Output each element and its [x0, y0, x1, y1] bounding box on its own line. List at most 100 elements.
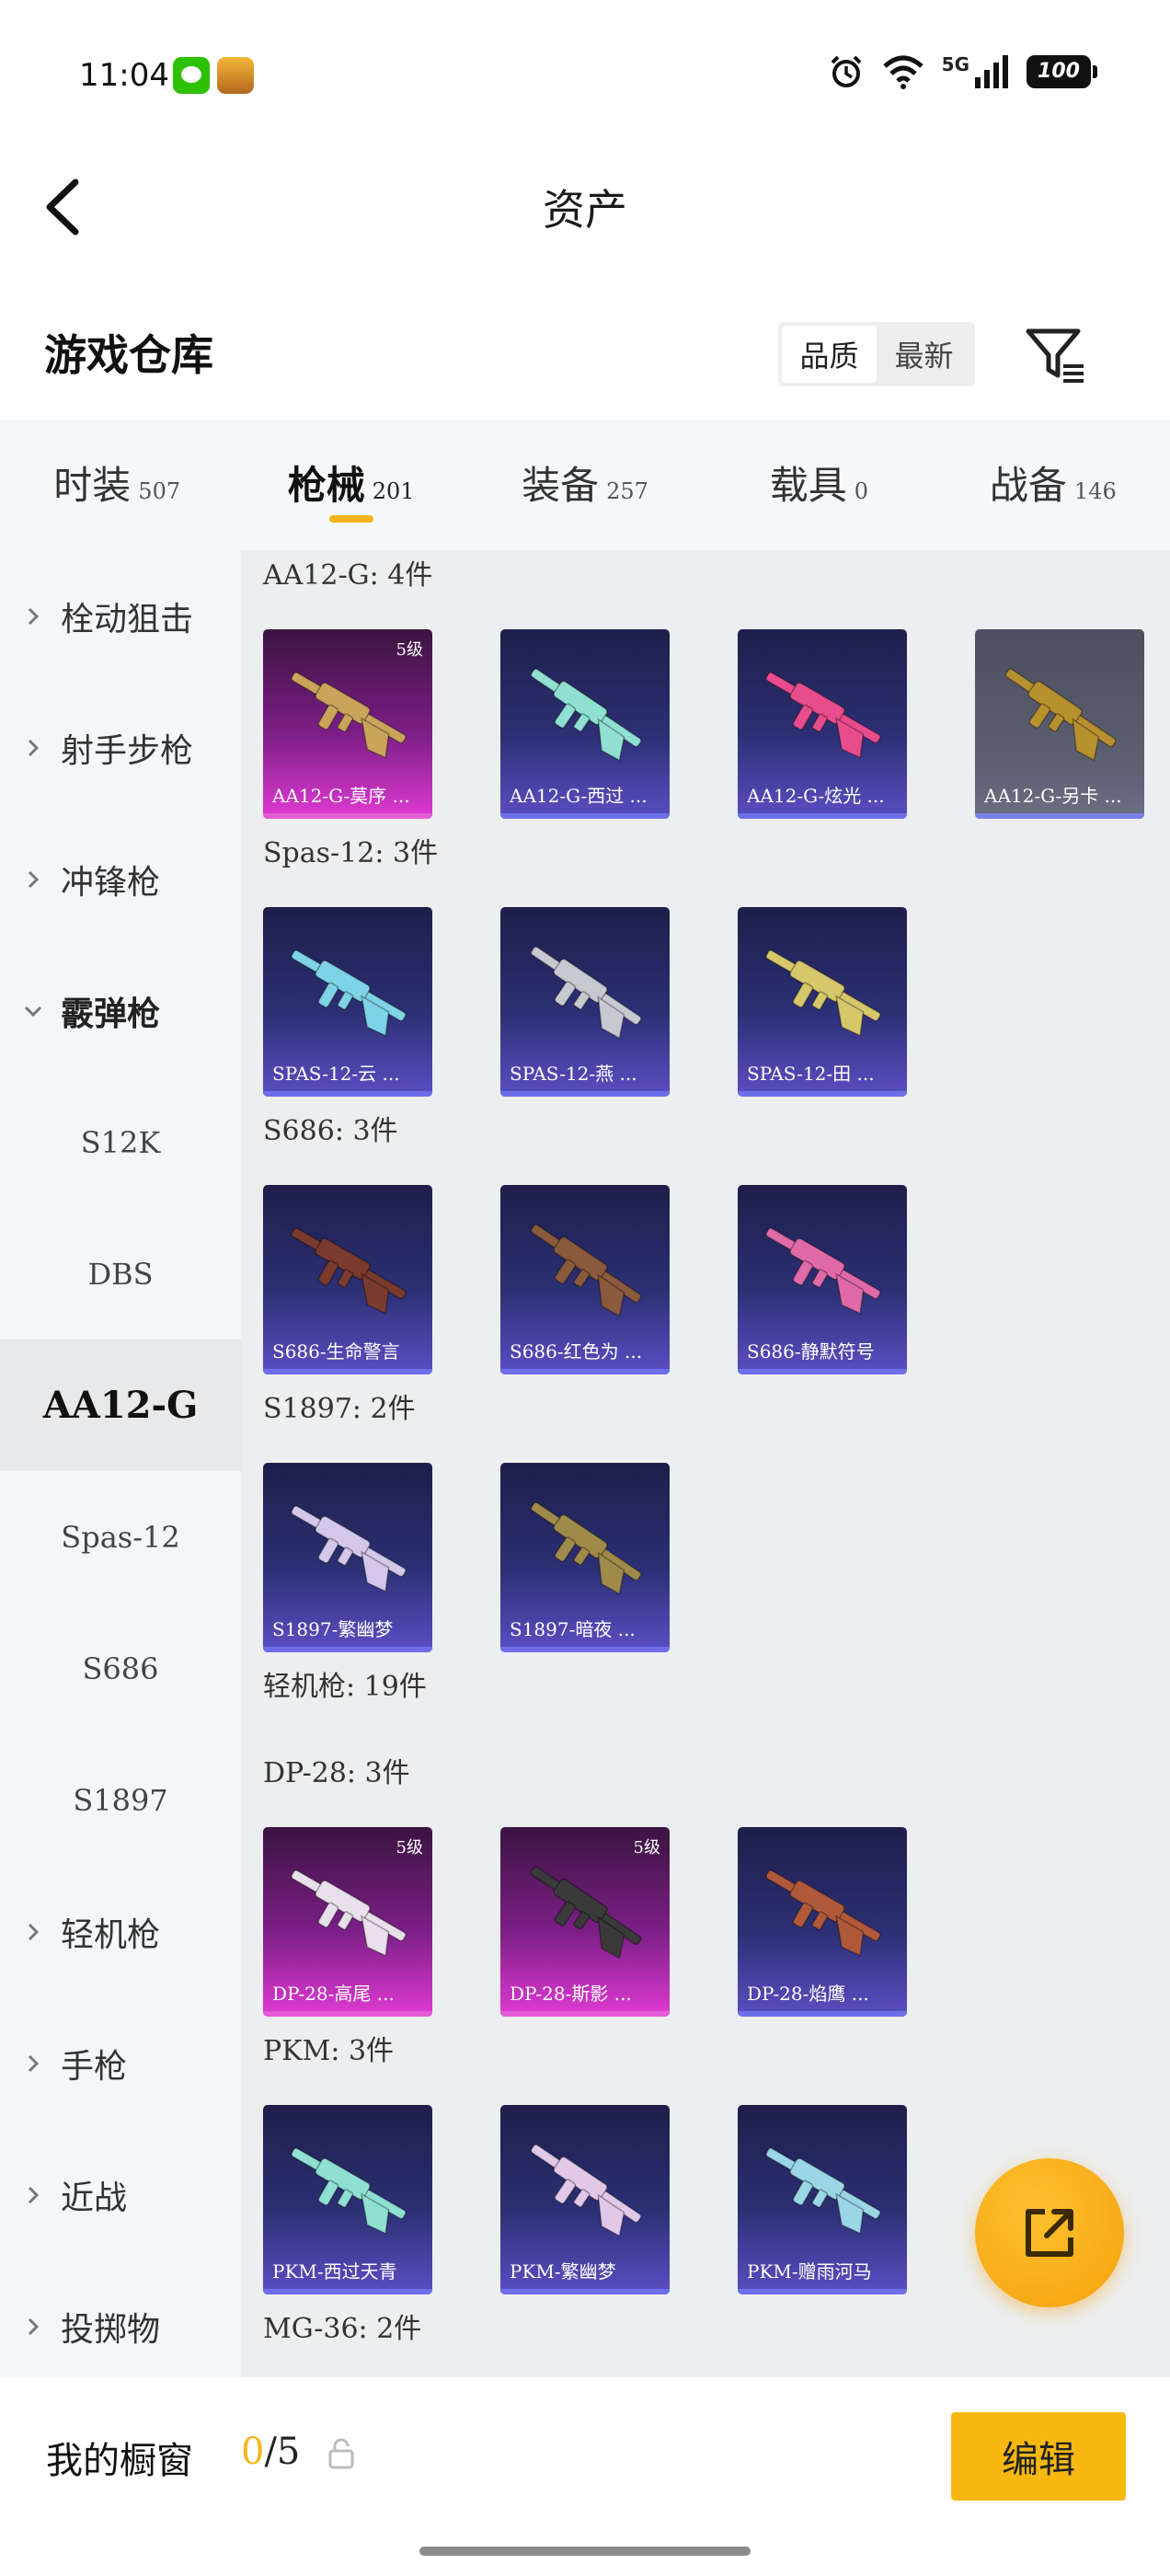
weapon-card[interactable]: 5级 AA12-G-莫序 ... — [263, 629, 432, 819]
sidebar-item-label: Spas-12 — [61, 1519, 180, 1555]
tab-label: 战备 — [989, 463, 1067, 508]
sidebar-item-label: 轻机枪 — [61, 1915, 161, 1954]
sidebar-item[interactable]: Spas-12 — [0, 1471, 241, 1603]
weapon-card[interactable]: AA12-G-炫光 ... — [738, 629, 907, 819]
chevron-right-icon — [28, 739, 40, 756]
sidebar-item[interactable]: 投掷物 — [0, 2260, 241, 2392]
weapon-icon — [291, 1227, 407, 1315]
rarity-bar — [500, 1369, 670, 1374]
sidebar-item[interactable]: 手枪 — [0, 1997, 241, 2129]
weapon-card[interactable]: SPAS-12-田 ... — [738, 907, 907, 1097]
weapon-card[interactable]: 5级 DP-28-斯影 ... — [500, 1827, 670, 2017]
sort-newest-button[interactable]: 最新 — [877, 326, 971, 383]
showcase-label: 我的橱窗 — [46, 2440, 193, 2482]
sidebar-item-label: 霰弹枪 — [61, 994, 161, 1033]
sidebar-item[interactable]: DBS — [0, 1208, 241, 1340]
chevron-right-icon — [28, 1923, 40, 1940]
weapon-card[interactable]: AA12-G-另卡 ... — [975, 629, 1144, 819]
weapon-card[interactable]: S1897-暗夜 ... — [500, 1463, 670, 1652]
weapon-card[interactable]: PKM-繁幽梦 — [500, 2105, 670, 2294]
lock-icon — [328, 2438, 354, 2469]
sidebar-item[interactable]: S1897 — [0, 1734, 241, 1866]
sidebar-item[interactable]: S12K — [0, 1076, 241, 1208]
tab-label: 装备 — [522, 463, 600, 508]
weapon-card[interactable]: S686-静默符号 — [738, 1185, 907, 1374]
home-indicator[interactable] — [419, 2547, 751, 2556]
rarity-bar — [500, 2289, 670, 2294]
weapon-card[interactable]: PKM-西过天青 — [263, 2105, 432, 2294]
sidebar-item[interactable]: 霰弹枪 — [0, 945, 241, 1076]
rarity-bar — [263, 2011, 432, 2017]
weapon-name: SPAS-12-燕 ... — [510, 1063, 637, 1085]
sidebar-item[interactable]: 轻机枪 — [0, 1866, 241, 1997]
tab-fashion[interactable]: 时装 507 — [0, 420, 234, 550]
rarity-bar — [263, 2289, 432, 2294]
weapon-name: S1897-暗夜 ... — [510, 1618, 636, 1640]
weapon-card[interactable]: PKM-赠雨河马 — [738, 2105, 907, 2294]
weapon-card[interactable]: DP-28-焰鹰 ... — [738, 1827, 907, 2017]
weapon-card[interactable]: S1897-繁幽梦 — [263, 1463, 432, 1652]
rarity-bar — [500, 813, 670, 819]
sidebar-item[interactable]: S686 — [0, 1603, 241, 1734]
sidebar-item[interactable]: 冲锋枪 — [0, 813, 241, 945]
tab-label: 时装 — [53, 463, 132, 508]
weapon-card[interactable]: 5级 DP-28-高尾 ... — [263, 1827, 432, 2017]
weapon-grid: AA12-G: 4件 5级 AA12-G-莫序 ... AA12-G-西过 ... AA… — [241, 550, 1170, 2377]
rarity-bar — [738, 1091, 907, 1097]
status-bar: 11:04 5G 100 — [0, 0, 1170, 147]
battery-icon: 100 — [1027, 55, 1097, 88]
sort-quality-button[interactable]: 品质 — [782, 326, 877, 383]
sidebar-item[interactable]: AA12-G — [0, 1340, 241, 1471]
wifi-icon — [882, 55, 923, 89]
weapon-card[interactable]: S686-生命警言 — [263, 1185, 432, 1374]
weapon-icon — [530, 1224, 642, 1317]
sidebar-item-label: 投掷物 — [61, 2310, 161, 2349]
rarity-bar — [263, 1369, 432, 1374]
weapon-name: PKM-繁幽梦 — [510, 2260, 616, 2283]
weapon-name: PKM-赠雨河马 — [747, 2260, 872, 2283]
edit-button[interactable]: 编辑 — [951, 2412, 1126, 2501]
tab-count: 257 — [606, 478, 648, 504]
weapon-name: AA12-G-莫序 ... — [272, 785, 410, 807]
network-label: 5G — [941, 53, 969, 75]
weapon-group-title: PKM: 3件 — [263, 2035, 395, 2067]
tab-equipment[interactable]: 装备 257 — [468, 420, 702, 550]
tab-gear[interactable]: 战备 146 — [936, 420, 1170, 550]
weapon-icon — [291, 1505, 407, 1593]
rarity-bar — [738, 813, 907, 819]
rarity-bar — [500, 2011, 670, 2017]
rarity-bar — [738, 1369, 907, 1374]
weapon-name: SPAS-12-云 ... — [272, 1063, 400, 1085]
weapon-icon — [530, 668, 642, 762]
weapon-name: DP-28-高尾 ... — [272, 1983, 395, 2005]
sidebar-item[interactable]: 近战 — [0, 2129, 241, 2260]
share-external-icon — [1026, 2209, 1073, 2257]
rarity-bar — [263, 1647, 432, 1652]
share-button[interactable] — [975, 2158, 1124, 2307]
signal-icon — [975, 55, 1008, 88]
weapon-icon — [765, 1869, 881, 1957]
weapon-card[interactable]: SPAS-12-燕 ... — [500, 907, 670, 1097]
weapon-icon — [291, 1869, 407, 1957]
warehouse-title: 游戏仓库 — [44, 330, 213, 380]
weapon-name: AA12-G-西过 ... — [510, 785, 648, 807]
weapon-card[interactable]: AA12-G-西过 ... — [500, 629, 670, 819]
page-title: 资产 — [543, 185, 627, 235]
tab-weapons[interactable]: 枪械 201 — [234, 420, 467, 550]
weapon-group-title: AA12-G: 4件 — [263, 559, 433, 592]
tab-vehicles[interactable]: 载具 0 — [702, 420, 935, 550]
weapon-card[interactable]: SPAS-12-云 ... — [263, 907, 432, 1097]
weapon-icon — [765, 672, 881, 759]
sidebar-item[interactable]: 射手步枪 — [0, 682, 241, 813]
weapon-group-title: DP-28: 3件 — [263, 1757, 410, 1789]
weapon-card[interactable]: S686-红色为 ... — [500, 1185, 670, 1374]
status-indicators: 5G 100 — [828, 53, 1097, 90]
sidebar-item-label: S12K — [80, 1124, 161, 1160]
status-time: 11:04 — [79, 57, 169, 94]
filter-button[interactable] — [1021, 320, 1089, 388]
tab-label: 枪械 — [287, 463, 365, 508]
category-tabs: 时装 507 枪械 201 装备 257 载具 0 战备 146 — [0, 420, 1170, 550]
chevron-right-icon — [28, 2186, 40, 2203]
rarity-bar — [500, 1647, 670, 1652]
sidebar-item[interactable]: 栓动狙击 — [0, 550, 241, 682]
